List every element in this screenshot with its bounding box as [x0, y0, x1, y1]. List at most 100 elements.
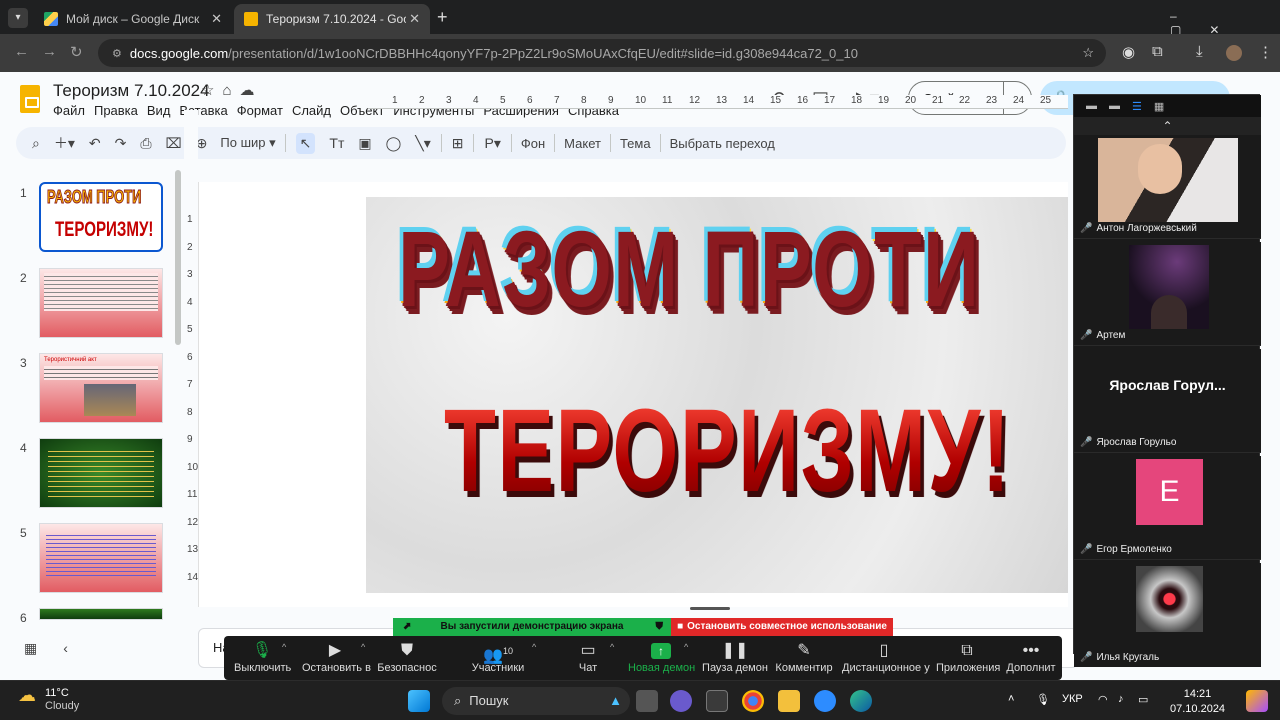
camera-icon: ▶: [328, 642, 342, 659]
tray-microphone-icon[interactable]: 🎙: [1036, 693, 1050, 706]
minimize-icon[interactable]: ▬: [1086, 100, 1097, 112]
image-icon[interactable]: ▣: [358, 135, 371, 152]
select-tool-icon[interactable]: ↖: [295, 132, 316, 154]
theme-button[interactable]: Тема: [620, 136, 651, 151]
annotate-button[interactable]: ✎ Комментир: [774, 640, 834, 674]
scroll-up-icon[interactable]: ⌃: [1074, 117, 1261, 135]
participant-tile[interactable]: 🎤 Артем: [1074, 242, 1261, 346]
remote-control-button[interactable]: ▯ Дистанционное у: [842, 640, 930, 674]
slide-thumbnail-4[interactable]: [39, 438, 163, 508]
ruler-tick-label: 8: [581, 95, 587, 106]
chevron-up-icon[interactable]: ^: [532, 642, 536, 652]
participant-tile[interactable]: 🎤 Илья Кругаль: [1074, 563, 1261, 667]
divider: [659, 134, 661, 152]
ruler-tick-label: 10: [635, 95, 647, 106]
file-explorer-icon[interactable]: [778, 690, 800, 712]
reload-icon[interactable]: ↻: [70, 43, 83, 61]
background-button[interactable]: Фон: [521, 136, 545, 151]
menu-slide[interactable]: Слайд: [292, 103, 331, 118]
document-title[interactable]: Тероризм 7.10.2024: [53, 81, 210, 101]
zoom-select[interactable]: По шир ▾: [220, 135, 275, 151]
ruler-tick-label: 18: [851, 95, 863, 106]
download-icon[interactable]: ⤓: [1196, 43, 1203, 60]
extension-icon[interactable]: ◉: [1122, 43, 1135, 61]
speaker-view-icon[interactable]: ▬: [1109, 100, 1120, 112]
zoom-app-icon[interactable]: [814, 690, 836, 712]
close-icon[interactable]: ✕: [409, 11, 420, 27]
taskbar-search[interactable]: ⌕ Пошук ▲: [442, 687, 630, 715]
volume-icon[interactable]: ♪: [1118, 693, 1124, 705]
filmstrip-scrollbar[interactable]: [175, 170, 181, 345]
line-icon[interactable]: ╲▾: [415, 135, 430, 152]
slide-thumbnail-3[interactable]: Терористичний акт: [39, 353, 163, 423]
move-folder-icon[interactable]: ⌂: [222, 82, 239, 99]
tab-google-slides[interactable]: Тероризм 7.10.2024 - Google П ✕: [234, 4, 430, 34]
calculator-icon[interactable]: [706, 690, 728, 712]
apps-icon: ⧉: [961, 642, 973, 659]
slide-thumbnail-2[interactable]: [39, 268, 163, 338]
chat-app-icon[interactable]: [670, 690, 692, 712]
zoom-label: По шир: [220, 135, 266, 150]
edge-icon[interactable]: [850, 690, 872, 712]
star-icon[interactable]: ☆: [201, 82, 222, 99]
more-button[interactable]: ••• Дополнит: [1006, 640, 1056, 674]
tray-chevron-icon[interactable]: ˄: [1008, 693, 1014, 705]
url-field[interactable]: ⚙ docs.google.com/presentation/d/1w1ooNC…: [98, 39, 1106, 67]
forward-icon[interactable]: →: [42, 43, 57, 60]
grid-icon[interactable]: ▦: [24, 640, 37, 656]
chat-button[interactable]: ▭ Чат: [568, 640, 608, 674]
grid-view-toggle[interactable]: ▦ ‹: [24, 640, 68, 657]
participant-tile[interactable]: 🎤 Антон Лагоржевський: [1074, 135, 1261, 239]
language-indicator[interactable]: УКР: [1062, 693, 1083, 705]
chevron-up-icon[interactable]: ^: [610, 642, 614, 652]
chevron-up-icon[interactable]: ^: [684, 642, 688, 652]
participant-tile[interactable]: Ярослав Горул... 🎤 Ярослав Горульо: [1074, 349, 1261, 453]
participant-tile[interactable]: E 🎤 Егор Ермоленко: [1074, 456, 1261, 560]
strip-view-icon[interactable]: ☰: [1132, 100, 1142, 113]
profile-avatar[interactable]: [1226, 45, 1242, 61]
wifi-icon[interactable]: ◠: [1098, 693, 1108, 706]
task-view-icon[interactable]: [636, 690, 658, 712]
transition-button[interactable]: Выбрать переход: [670, 136, 775, 151]
system-clock[interactable]: 14:21 07.10.2024: [1170, 687, 1225, 717]
textbox-icon[interactable]: Tт: [329, 135, 344, 151]
copilot-icon[interactable]: [1246, 690, 1268, 712]
menu-dots-icon[interactable]: ⋮: [1258, 43, 1273, 61]
chevron-up-icon[interactable]: ^: [361, 642, 365, 652]
cloud-saved-icon[interactable]: ☁: [240, 82, 263, 99]
chrome-icon[interactable]: [742, 690, 764, 712]
apps-button[interactable]: ⧉ Приложения: [936, 640, 1000, 674]
bookmark-star-icon[interactable]: ☆: [1082, 45, 1094, 61]
pause-share-button[interactable]: ❚❚ Пауза демон: [702, 640, 768, 674]
slide-thumbnail-1[interactable]: РАЗОМ ПРОТИ ТЕРОРИЗМУ!: [39, 182, 163, 252]
notes-resize-handle[interactable]: [690, 607, 730, 610]
current-slide[interactable]: РАЗОМ ПРОТИ ТЕРОРИЗМУ!: [366, 197, 1068, 593]
slide-thumbnail-5[interactable]: [39, 523, 163, 593]
security-button[interactable]: ⛊ Безопаснос: [376, 640, 438, 674]
site-info-icon[interactable]: ⚙: [112, 47, 122, 60]
weather-widget[interactable]: ☁ 11°C Cloudy: [18, 686, 79, 713]
stop-share-button[interactable]: ■ Остановить совместное использование: [671, 618, 893, 636]
window-controls[interactable]: –▢✕: [1170, 9, 1280, 37]
new-tab-button[interactable]: +: [437, 7, 448, 28]
stop-video-button[interactable]: ▶ Остановить в: [302, 640, 371, 674]
shape-icon[interactable]: ◯: [386, 135, 402, 152]
comment-add-icon[interactable]: ⊞: [452, 135, 464, 152]
paint-bucket-icon[interactable]: P▾: [484, 135, 500, 152]
close-icon[interactable]: ✕: [211, 11, 222, 27]
chat-icon: ▭: [580, 642, 596, 659]
start-windows-icon[interactable]: [408, 690, 430, 712]
tab-search-button[interactable]: ▾: [8, 8, 28, 28]
gallery-view-icon[interactable]: ▦: [1154, 100, 1164, 113]
slides-logo-icon[interactable]: [20, 85, 40, 113]
chevron-up-icon[interactable]: ^: [282, 642, 286, 652]
extensions-puzzle-icon[interactable]: ⧉: [1152, 43, 1163, 60]
tab-google-drive[interactable]: Мой диск – Google Диск ✕: [34, 4, 232, 34]
slide-thumbnail-6[interactable]: [39, 608, 163, 620]
back-icon[interactable]: ←: [14, 43, 29, 60]
participants-button[interactable]: 👥10 Участники: [464, 640, 532, 674]
battery-icon[interactable]: ▭: [1138, 693, 1148, 706]
layout-button[interactable]: Макет: [564, 136, 601, 151]
collapse-panel-icon[interactable]: ‹: [63, 640, 68, 656]
menu-format[interactable]: Формат: [237, 103, 283, 118]
